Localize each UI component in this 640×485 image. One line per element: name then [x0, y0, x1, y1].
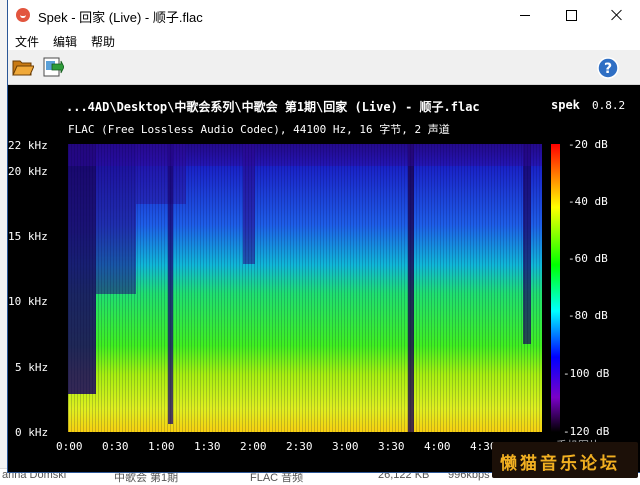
- watermark-text: 懒猫音乐论坛: [500, 454, 620, 474]
- time-tick-2-00: 2:00: [240, 440, 267, 453]
- freq-tick-5khz: 5 kHz: [15, 361, 49, 374]
- time-tick-4-00: 4:00: [424, 440, 451, 453]
- time-tick-1-00: 1:00: [148, 440, 175, 453]
- close-icon: [611, 9, 623, 21]
- time-tick-1-30: 1:30: [194, 440, 221, 453]
- spek-window: Spek - 回家 (Live) - 顺子.flac 文件 编辑 帮助 ? ..…: [8, 0, 640, 472]
- menu-bar: 文件 编辑 帮助: [8, 30, 640, 50]
- time-tick-2-30: 2:30: [286, 440, 313, 453]
- freq-tick-15khz: 15 kHz: [8, 230, 48, 243]
- spectrogram-image: [68, 144, 542, 432]
- menu-edit[interactable]: 编辑: [53, 33, 77, 50]
- save-image-icon[interactable]: [42, 56, 64, 78]
- app-name-label: spek: [551, 98, 580, 112]
- freq-tick-0khz: 0 kHz: [15, 426, 49, 439]
- svg-text:?: ?: [604, 61, 612, 77]
- plot-subtitle: FLAC (Free Lossless Audio Codec), 44100 …: [68, 123, 450, 136]
- forum-watermark: 懒猫音乐论坛: [492, 442, 638, 478]
- spek-app-icon: [16, 8, 30, 22]
- db-colorbar: [551, 144, 560, 432]
- time-tick-0-30: 0:30: [102, 440, 129, 453]
- db-tick-20: -20 dB: [568, 138, 608, 151]
- plot-title: ...4AD\Desktop\中歌会系列\中歌会 第1期\回家 (Live) -…: [66, 100, 480, 114]
- close-button[interactable]: [594, 0, 640, 30]
- db-tick-40: -40 dB: [568, 195, 608, 208]
- db-tick-100: -100 dB: [563, 367, 610, 380]
- toolbar: ?: [8, 50, 640, 85]
- time-tick-3-00: 3:00: [332, 440, 359, 453]
- db-tick-60: -60 dB: [568, 252, 608, 265]
- spectrogram-panel: ...4AD\Desktop\中歌会系列\中歌会 第1期\回家 (Live) -…: [8, 85, 640, 472]
- menu-help[interactable]: 帮助: [91, 33, 115, 50]
- app-version-label: 0.8.2: [592, 99, 626, 112]
- minimize-icon: [520, 14, 530, 16]
- title-bar[interactable]: Spek - 回家 (Live) - 顺子.flac: [8, 0, 640, 30]
- freq-tick-10khz: 10 kHz: [8, 295, 48, 308]
- maximize-button[interactable]: [548, 0, 594, 30]
- freq-tick-22khz: 22 kHz: [8, 139, 48, 152]
- maximize-icon: [565, 9, 577, 21]
- minimize-button[interactable]: [502, 0, 548, 30]
- freq-tick-20khz: 20 kHz: [8, 165, 48, 178]
- menu-file[interactable]: 文件: [15, 33, 39, 50]
- window-title: Spek - 回家 (Live) - 顺子.flac: [38, 10, 203, 25]
- time-tick-3-30: 3:30: [378, 440, 405, 453]
- time-tick-0-00: 0:00: [56, 440, 83, 453]
- help-icon[interactable]: ?: [597, 57, 619, 79]
- db-tick-80: -80 dB: [568, 309, 608, 322]
- folder-open-icon[interactable]: [12, 57, 34, 77]
